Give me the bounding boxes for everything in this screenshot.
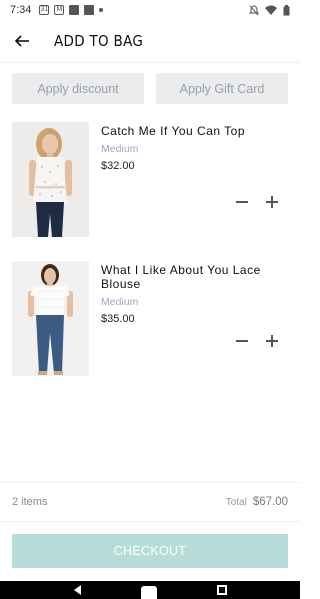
order-summary: 2 items Total $67.00: [12, 494, 288, 510]
calendar-icon: 31: [39, 5, 50, 15]
minus-icon: [236, 201, 248, 203]
item-info: What I Like About You Lace Blouse Medium…: [101, 263, 288, 325]
item-variant: Medium: [101, 296, 139, 308]
system-navigation-bar: [0, 581, 300, 599]
apply-gift-card-button[interactable]: Apply Gift Card: [156, 73, 288, 104]
checkout-button[interactable]: CHECKOUT: [12, 534, 288, 568]
item-price: $32.00: [101, 160, 135, 172]
page-title: ADD TO BAG: [54, 32, 144, 50]
product-photo-top: [12, 122, 89, 237]
product-image[interactable]: [12, 122, 89, 237]
status-bar: 7:34 31 M: [0, 0, 300, 20]
nav-home-icon[interactable]: [140, 586, 157, 599]
item-name[interactable]: What I Like About You Lace Blouse: [101, 263, 288, 291]
summary-divider: [0, 482, 300, 483]
summary-divider-bottom: [0, 521, 300, 522]
item-name[interactable]: Catch Me If You Can Top: [101, 124, 288, 138]
nav-back-icon[interactable]: [73, 585, 81, 595]
apply-discount-button[interactable]: Apply discount: [12, 73, 144, 104]
item-price: $35.00: [101, 313, 135, 325]
total-value: $67.00: [252, 496, 288, 508]
arrow-left-icon: [14, 35, 29, 47]
battery-icon: [283, 4, 290, 15]
notification-icon: [69, 5, 80, 15]
discount-actions: Apply discount Apply Gift Card: [12, 73, 288, 104]
item-variant: Medium: [101, 143, 139, 155]
wifi-icon: [265, 5, 277, 15]
back-button[interactable]: [12, 31, 32, 51]
increase-quantity-button[interactable]: [266, 335, 278, 347]
gmail-icon: M: [54, 5, 65, 15]
cart-item: What I Like About You Lace Blouse Medium…: [12, 261, 288, 377]
status-icons: [249, 4, 290, 16]
product-photo-blouse: [12, 261, 89, 376]
product-image[interactable]: [12, 261, 89, 376]
status-time: 7:34: [10, 4, 32, 16]
quantity-controls: [236, 196, 278, 208]
minus-icon: [236, 340, 248, 342]
items-count: 2 items: [12, 496, 48, 508]
item-info: Catch Me If You Can Top Medium $32.00: [101, 124, 288, 172]
total: Total $67.00: [226, 496, 288, 508]
header-divider: [0, 62, 300, 63]
plus-icon-vertical: [271, 196, 273, 208]
plus-icon-vertical: [271, 335, 273, 347]
total-label: Total: [225, 497, 247, 508]
app-header: ADD TO BAG: [0, 22, 300, 60]
mute-icon: [249, 4, 259, 15]
nav-recents-icon[interactable]: [216, 585, 227, 595]
notification-icon-2: [84, 5, 95, 15]
screen: 7:34 31 M ADD TO BAG Apply discount Appl…: [0, 0, 300, 599]
cart-item: Catch Me If You Can Top Medium $32.00: [12, 122, 288, 238]
quantity-controls: [236, 335, 278, 347]
decrease-quantity-button[interactable]: [236, 196, 248, 208]
increase-quantity-button[interactable]: [266, 196, 278, 208]
decrease-quantity-button[interactable]: [236, 335, 248, 347]
more-notifications-icon: [99, 8, 104, 12]
